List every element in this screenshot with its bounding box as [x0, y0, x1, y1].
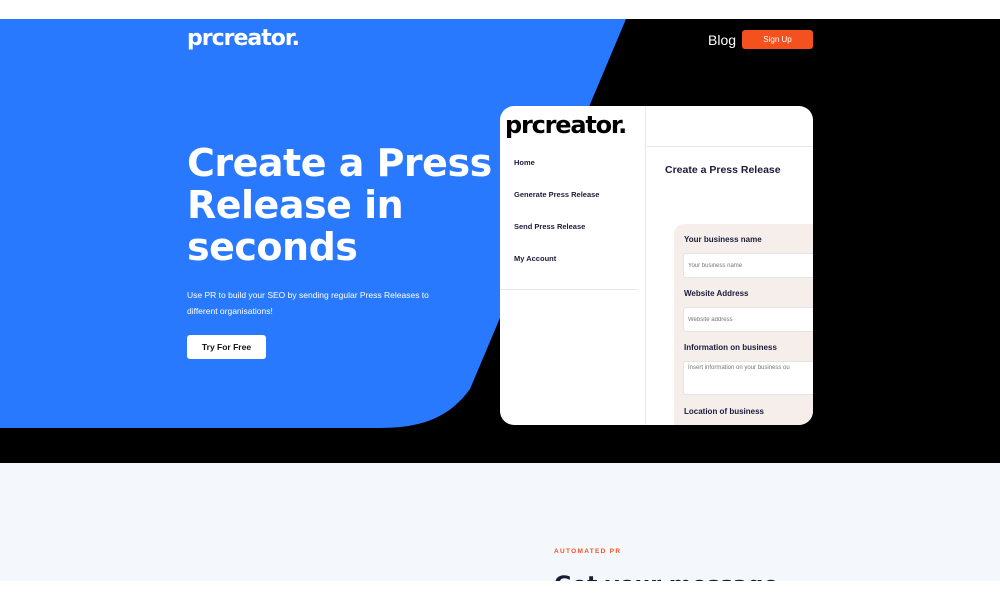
preview-form: Your business name Website Address Infor… — [674, 224, 813, 425]
location-label: Location of business — [684, 407, 765, 416]
site-logo[interactable]: prcreator. — [187, 26, 300, 51]
preview-sidebar-divider — [500, 289, 638, 290]
hero-title: Create a Press Release in seconds — [187, 141, 492, 269]
preview-header-divider — [647, 146, 813, 147]
business-info-textarea — [683, 361, 813, 395]
section-title: Get your message — [554, 573, 778, 581]
preview-logo: prcreator. — [505, 111, 627, 139]
website-label: Website Address — [684, 289, 749, 298]
app-preview-card: prcreator. Home Generate Press Release S… — [500, 106, 813, 425]
features-section: AUTOMATED PR Get your message — [0, 463, 1000, 581]
website-input — [683, 307, 813, 332]
preview-nav-home: Home — [514, 158, 535, 167]
business-info-label: Information on business — [684, 343, 777, 352]
try-for-free-button[interactable]: Try For Free — [187, 335, 266, 359]
hero-subtitle: Use PR to build your SEO by sending regu… — [187, 290, 429, 316]
preview-nav-account: My Account — [514, 254, 557, 263]
preview-sidebar: prcreator. Home Generate Press Release S… — [500, 106, 646, 425]
page: prcreator. Blog Sign Up Create a Press R… — [0, 0, 1000, 600]
nav-blog-link[interactable]: Blog — [708, 32, 736, 48]
preview-nav-generate: Generate Press Release — [514, 190, 600, 199]
preview-nav-send: Send Press Release — [514, 222, 586, 231]
business-name-input — [683, 253, 813, 278]
signup-button[interactable]: Sign Up — [742, 30, 813, 49]
section-eyebrow: AUTOMATED PR — [554, 548, 622, 555]
preview-page-title: Create a Press Release — [665, 164, 781, 176]
business-name-label: Your business name — [684, 235, 762, 244]
hero-section: prcreator. Blog Sign Up Create a Press R… — [0, 19, 1000, 463]
